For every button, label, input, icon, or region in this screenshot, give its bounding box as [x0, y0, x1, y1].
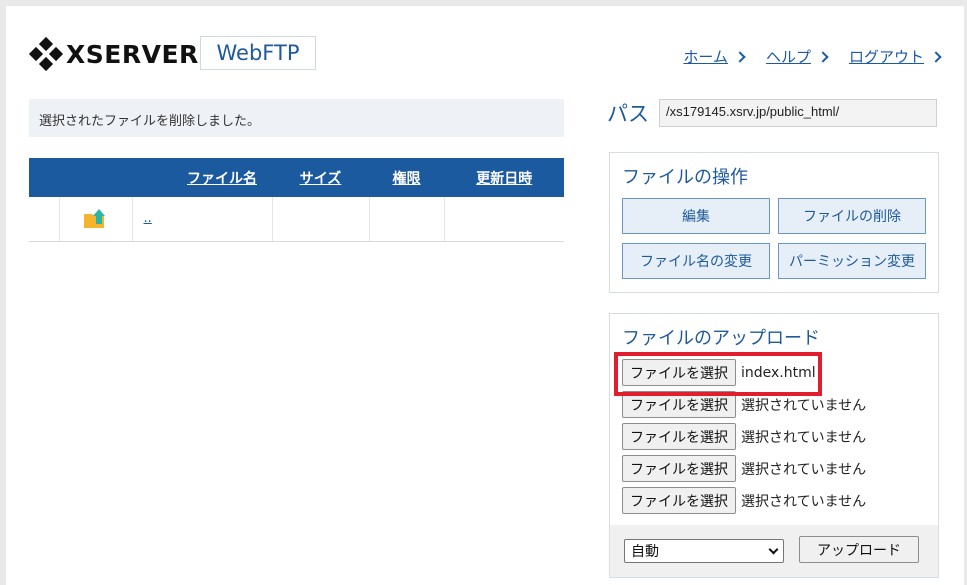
file-input-row-5: ファイルを選択 選択されていません — [622, 487, 866, 514]
file-status-4: 選択されていません — [741, 461, 867, 478]
select-cell — [29, 197, 60, 242]
chevron-right-icon — [930, 50, 942, 63]
size-cell — [272, 197, 370, 242]
column-header-modified[interactable]: 更新日時 — [444, 158, 564, 197]
chevron-right-icon — [817, 50, 829, 63]
choose-file-button-4[interactable]: ファイルを選択 — [622, 455, 736, 482]
top-nav: ホーム ヘルプ ログアウト — [683, 46, 942, 67]
table-header-row: ファイル名 サイズ 権限 更新日時 — [29, 158, 564, 197]
select-column-header — [29, 158, 60, 197]
nav-home-link[interactable]: ホーム — [683, 46, 746, 67]
icon-column-header — [59, 158, 133, 197]
file-operations-title: ファイルの操作 — [622, 167, 748, 188]
chevron-down-icon — [768, 544, 779, 554]
nav-help-label: ヘルプ — [765, 48, 811, 66]
file-status-2: 選択されていません — [741, 397, 867, 414]
upload-button[interactable]: アップロード — [799, 536, 919, 563]
webftp-page: XSERVER WebFTP ホーム ヘルプ ログアウト 選択されたファイルを削… — [6, 6, 964, 585]
status-message: 選択されたファイルを削除しました。 — [29, 99, 564, 137]
path-field[interactable]: /xs179145.xsrv.jp/public_html/ — [659, 99, 937, 127]
chevron-right-icon — [734, 50, 746, 63]
modified-cell — [444, 197, 564, 242]
nav-logout-link[interactable]: ログアウト — [848, 46, 942, 67]
encoding-selected-value: 自動 — [631, 544, 659, 560]
table-row[interactable]: .. — [29, 197, 564, 242]
parent-directory-link[interactable]: .. — [134, 211, 152, 226]
file-input-row-4: ファイルを選択 選択されていません — [622, 455, 866, 482]
nav-logout-label: ログアウト — [848, 48, 924, 66]
column-header-permission[interactable]: 権限 — [369, 158, 445, 197]
xserver-logo-icon — [28, 36, 64, 72]
encoding-select[interactable]: 自動 — [624, 539, 784, 563]
rename-file-button[interactable]: ファイル名の変更 — [622, 243, 770, 279]
change-permission-button[interactable]: パーミッション変更 — [778, 243, 926, 279]
product-name: WebFTP — [200, 36, 316, 70]
filename-cell: .. — [132, 197, 273, 242]
delete-file-button[interactable]: ファイルの削除 — [778, 198, 926, 234]
file-operations-panel: ファイルの操作 編集 ファイルの削除 ファイル名の変更 パーミッション変更 — [609, 152, 939, 293]
choose-file-button-5[interactable]: ファイルを選択 — [622, 487, 736, 514]
path-label: パス — [607, 102, 649, 126]
logo-text: XSERVER — [66, 39, 199, 69]
icon-cell[interactable] — [59, 197, 133, 242]
file-status-5: 選択されていません — [741, 493, 867, 510]
highlight-box — [614, 352, 822, 396]
nav-home-label: ホーム — [683, 48, 728, 66]
choose-file-button-3[interactable]: ファイルを選択 — [622, 423, 736, 450]
file-input-row-3: ファイルを選択 選択されていません — [622, 423, 866, 450]
column-header-size[interactable]: サイズ — [272, 158, 370, 197]
file-status-3: 選択されていません — [741, 429, 867, 446]
file-table: ファイル名 サイズ 権限 更新日時 .. — [29, 158, 564, 242]
nav-help-link[interactable]: ヘルプ — [765, 46, 829, 67]
file-upload-title: ファイルのアップロード — [622, 328, 820, 349]
parent-folder-icon — [83, 208, 105, 228]
xserver-logo[interactable]: XSERVER — [28, 36, 199, 72]
column-header-filename[interactable]: ファイル名 — [132, 158, 273, 197]
edit-button[interactable]: 編集 — [622, 198, 770, 234]
upload-footer: 自動 アップロード — [610, 525, 938, 577]
permission-cell — [369, 197, 445, 242]
